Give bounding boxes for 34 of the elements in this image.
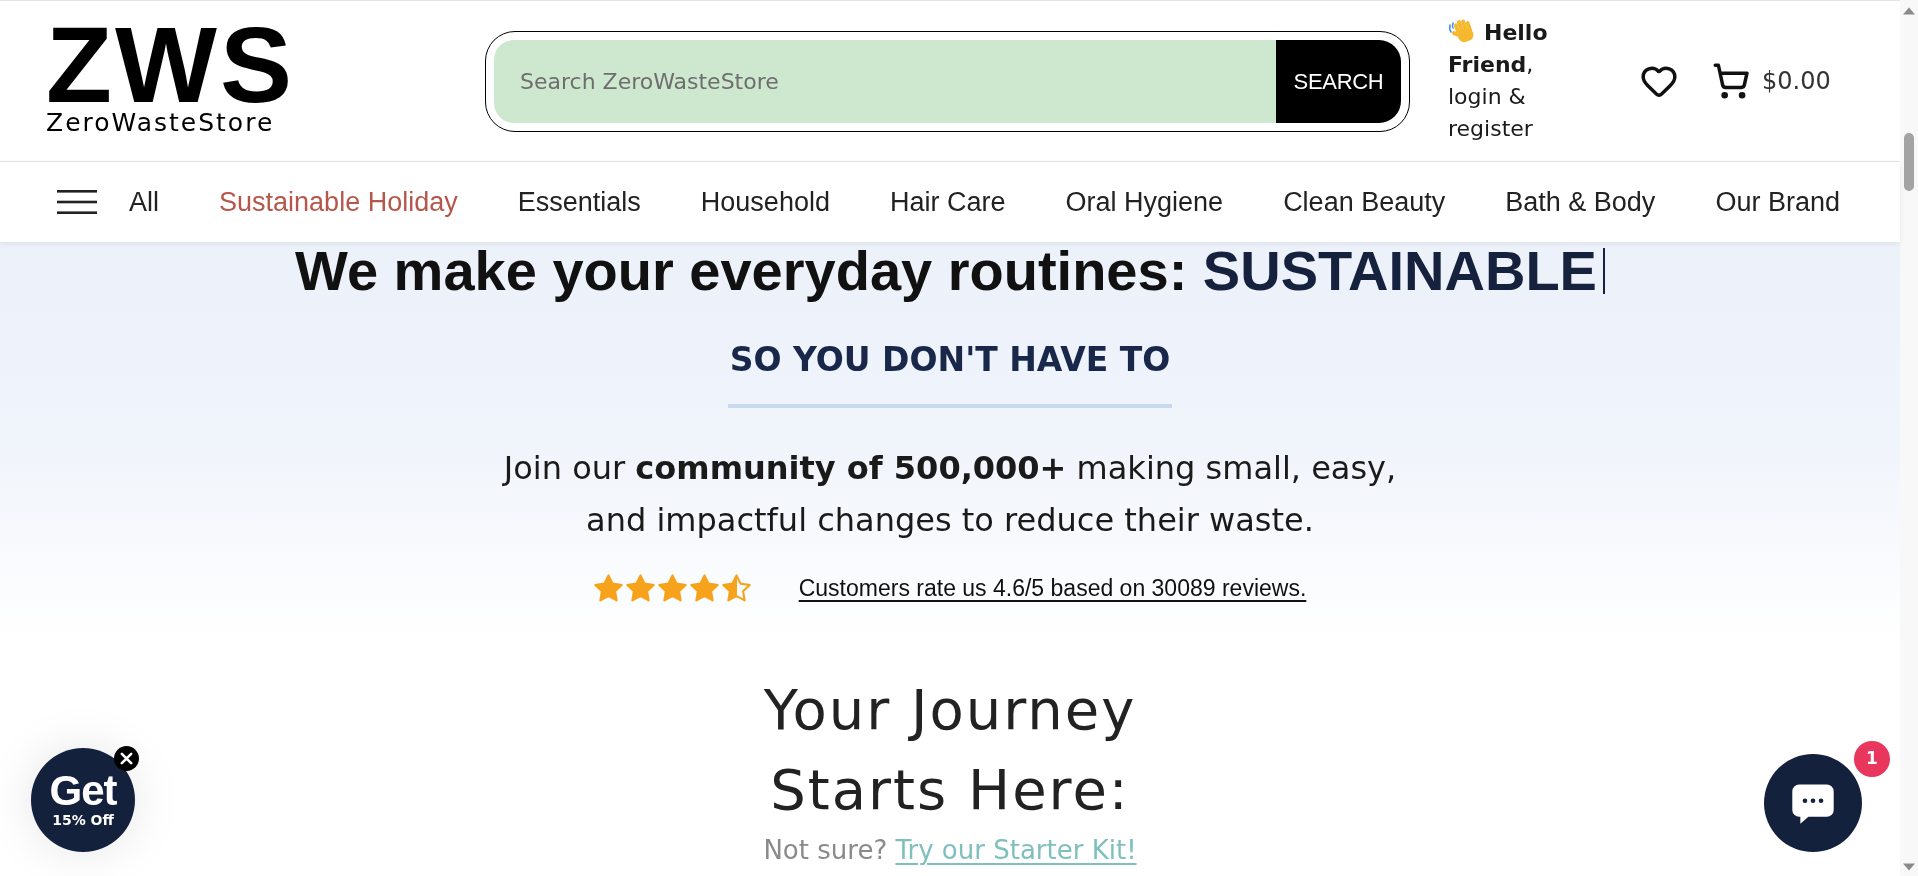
nav-link[interactable]: Household bbox=[700, 181, 830, 223]
close-button[interactable] bbox=[114, 746, 139, 771]
nav-link[interactable]: Our Brand bbox=[1715, 181, 1840, 223]
star-icon bbox=[593, 574, 623, 602]
discount-bubble-button[interactable]: Get 15% Off bbox=[31, 748, 135, 852]
login-link[interactable]: Hello Friend, login & register bbox=[1448, 17, 1570, 145]
nav-link[interactable]: Bath & Body bbox=[1505, 181, 1656, 223]
starter-kit-prompt: Not sure? Try our Starter Kit! bbox=[763, 834, 1137, 866]
scroll-up-arrow-icon[interactable] bbox=[1903, 7, 1915, 15]
star-icon bbox=[689, 574, 719, 602]
hero-headline: We make your everyday routines: SUSTAINABLE bbox=[295, 242, 1605, 300]
waving-hand-icon bbox=[1448, 17, 1476, 45]
notification-badge: 1 bbox=[1854, 741, 1890, 777]
close-icon bbox=[114, 746, 139, 771]
hamburger-menu-icon bbox=[57, 190, 97, 214]
nav-link[interactable]: Sustainable Holiday bbox=[219, 181, 458, 223]
scroll-down-arrow-icon[interactable] bbox=[1903, 863, 1915, 871]
cart-button[interactable]: $0.00 bbox=[1712, 62, 1831, 100]
scrollbar-thumb[interactable] bbox=[1904, 133, 1914, 191]
all-categories-button[interactable]: All bbox=[57, 181, 159, 223]
hero-intro-text: Join our community of 500,000+ making small, easy, and impactful changes to reduce their waste. bbox=[501, 448, 1398, 541]
half-star-icon bbox=[721, 574, 751, 602]
star-icon bbox=[625, 574, 655, 602]
nav-link[interactable]: Hair Care bbox=[889, 181, 1006, 223]
nav-link[interactable]: Oral Hygiene bbox=[1065, 181, 1224, 223]
journey-heading: Your Journey Starts Here: bbox=[762, 676, 1138, 824]
cart-icon bbox=[1712, 62, 1750, 100]
search-button[interactable]: SEARCH bbox=[1276, 39, 1401, 123]
nav-link[interactable]: Essentials bbox=[517, 181, 641, 223]
reviews-link[interactable]: Customers rate us 4.6/5 based on 30089 reviews. bbox=[798, 573, 1307, 603]
hero-subheading: SO YOU DON'T HAVE TO bbox=[729, 340, 1171, 380]
star-icon bbox=[657, 574, 687, 602]
nav-link[interactable]: Clean Beauty bbox=[1283, 181, 1446, 223]
search-field[interactable]: Search ZeroWasteStore bbox=[494, 39, 1276, 123]
